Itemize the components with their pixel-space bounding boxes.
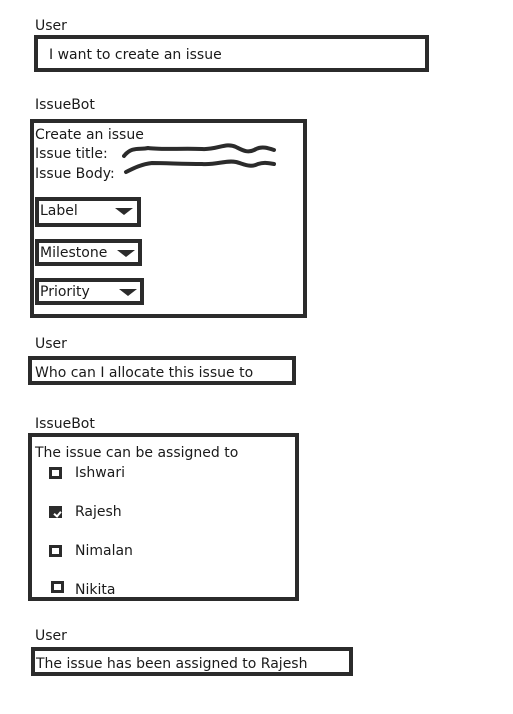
chevron-down-icon <box>119 289 137 296</box>
assignee-label: Nimalan <box>75 543 133 559</box>
speaker-issuebot-1: IssueBot <box>35 97 95 113</box>
priority-dropdown[interactable]: Priority <box>35 278 144 305</box>
user-message-3-text: The issue has been assigned to Rajesh <box>36 656 308 672</box>
user-message-3: The issue has been assigned to Rajesh <box>31 647 353 676</box>
issue-body-input[interactable] <box>122 158 282 178</box>
chevron-down-icon <box>117 250 135 257</box>
speaker-user-2: User <box>35 336 67 352</box>
checkbox-icon[interactable] <box>51 581 64 593</box>
checkbox-icon[interactable] <box>49 545 62 557</box>
user-message-2: Who can I allocate this issue to <box>28 356 296 385</box>
assignee-option[interactable]: Ishwari <box>49 465 249 485</box>
assignee-option[interactable]: Rajesh <box>49 504 249 524</box>
speaker-issuebot-2: IssueBot <box>35 416 95 432</box>
checkbox-icon[interactable] <box>49 467 62 479</box>
speaker-user-1: User <box>35 18 67 34</box>
checked-checkbox-icon[interactable] <box>49 506 62 518</box>
milestone-dropdown-value: Milestone <box>40 245 108 261</box>
assignee-option[interactable]: Nikita <box>51 581 251 602</box>
user-message-1: I want to create an issue <box>34 35 429 72</box>
chevron-down-icon <box>115 208 133 215</box>
priority-dropdown-value: Priority <box>40 284 90 300</box>
assignee-label: Rajesh <box>75 504 122 520</box>
label-dropdown-value: Label <box>40 203 78 219</box>
issuebot-assignees-card: The issue can be assigned to Ishwari Raj… <box>28 433 299 601</box>
assignee-label: Ishwari <box>75 465 125 481</box>
assignees-heading: The issue can be assigned to <box>35 445 239 461</box>
user-message-1-text: I want to create an issue <box>49 47 222 63</box>
issue-body-label: Issue Body: <box>35 166 115 182</box>
speaker-user-3: User <box>35 628 67 644</box>
milestone-dropdown[interactable]: Milestone <box>35 239 142 266</box>
user-message-2-text: Who can I allocate this issue to <box>35 365 254 381</box>
issuebot-create-issue-card: Create an issue Issue title: Issue Body:… <box>30 119 307 318</box>
issue-title-label: Issue title: <box>35 146 108 162</box>
label-dropdown[interactable]: Label <box>35 197 141 227</box>
assignee-option[interactable]: Nimalan <box>49 543 249 563</box>
assignee-label: Nikita <box>75 582 116 598</box>
